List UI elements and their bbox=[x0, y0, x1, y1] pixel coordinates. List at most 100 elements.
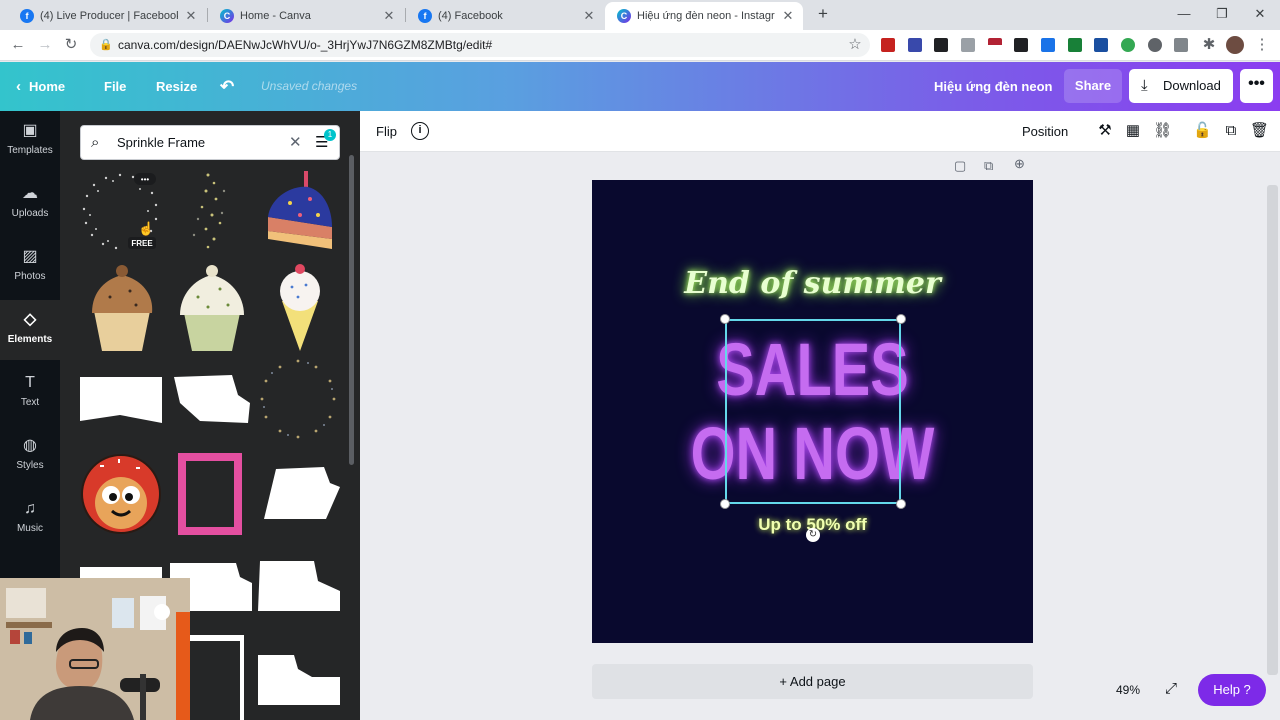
rotate-handle-icon[interactable]: ↻ bbox=[806, 528, 820, 542]
dark-frame-thumbnail[interactable] bbox=[186, 635, 244, 720]
resize-button[interactable]: Resize bbox=[156, 62, 197, 111]
context-toolbar: Flip i Position ⚒ ▦ ⛓ 🔓 ⧉ 🗑 bbox=[360, 111, 1280, 152]
lock-icon: 🔒 bbox=[99, 39, 113, 51]
white-shape-thumbnail[interactable] bbox=[258, 655, 340, 705]
extension-icon[interactable] bbox=[1041, 38, 1055, 52]
download-button[interactable]: ⤓ Download bbox=[1129, 69, 1233, 103]
rail-item-label: Styles bbox=[16, 460, 44, 471]
duplicate-page-icon[interactable]: ⧉ bbox=[984, 158, 998, 173]
paint-roller-icon[interactable]: ⚒ bbox=[1096, 122, 1114, 140]
sprinkle-frame-thumbnail[interactable]: ••• FREE bbox=[78, 169, 163, 254]
ice-cream-cone-thumbnail[interactable] bbox=[268, 261, 332, 353]
sprinkles-thumbnail[interactable] bbox=[168, 169, 253, 254]
flag-extension-icon[interactable] bbox=[988, 38, 1002, 52]
chocolate-cupcake-thumbnail[interactable] bbox=[82, 261, 162, 353]
white-shape-thumbnail[interactable] bbox=[258, 561, 340, 611]
extension-icon[interactable] bbox=[881, 38, 895, 52]
close-tab-icon[interactable]: ✕ bbox=[382, 8, 396, 24]
add-page-icon[interactable]: ⊕ bbox=[1014, 156, 1028, 171]
share-button[interactable]: Share bbox=[1064, 69, 1122, 103]
save-status: Unsaved changes bbox=[261, 79, 358, 93]
camera-extension-icon[interactable] bbox=[961, 38, 975, 52]
lock-icon[interactable]: 🔓 bbox=[1193, 122, 1212, 140]
help-button[interactable]: Help ? bbox=[1198, 674, 1266, 706]
puzzle-icon[interactable]: ✱ bbox=[1199, 35, 1219, 55]
transparency-icon[interactable]: ▦ bbox=[1124, 122, 1142, 140]
resize-handle[interactable] bbox=[720, 499, 730, 509]
extension-icon[interactable] bbox=[908, 38, 922, 52]
canvas-scrollbar[interactable] bbox=[1267, 185, 1278, 675]
resize-handle[interactable] bbox=[720, 314, 730, 324]
resize-handle[interactable] bbox=[896, 499, 906, 509]
free-badge: FREE bbox=[131, 239, 153, 248]
avatar[interactable] bbox=[1226, 36, 1244, 54]
link-icon[interactable]: ⛓ bbox=[1153, 122, 1172, 140]
search-icon: ⌕ bbox=[91, 134, 100, 151]
file-menu-button[interactable]: File bbox=[104, 62, 126, 111]
browser-tab[interactable]: f (4) Live Producer | Facebook ✕ bbox=[8, 2, 206, 30]
sprinkle-circle-thumbnail[interactable] bbox=[258, 355, 340, 445]
undo-icon[interactable]: ↶ bbox=[220, 62, 234, 111]
canva-icon: C bbox=[617, 9, 631, 23]
rail-item-templates[interactable]: ▣ Templates bbox=[0, 111, 60, 171]
position-button[interactable]: Position bbox=[1022, 111, 1068, 152]
minimize-icon[interactable]: — bbox=[1172, 4, 1196, 24]
flip-button[interactable]: Flip bbox=[376, 111, 397, 152]
facebook-icon: f bbox=[20, 9, 34, 23]
more-options-button[interactable]: ••• bbox=[1240, 69, 1273, 103]
panel-scrollbar[interactable] bbox=[349, 155, 354, 465]
white-shape-thumbnail[interactable] bbox=[264, 467, 342, 521]
close-tab-icon[interactable]: ✕ bbox=[184, 8, 198, 24]
selection-box[interactable] bbox=[725, 319, 901, 504]
browser-tab[interactable]: f (4) Facebook ✕ bbox=[406, 2, 604, 30]
rail-item-music[interactable]: ♫ Music bbox=[0, 489, 60, 549]
close-window-icon[interactable]: ✕ bbox=[1248, 4, 1272, 24]
code-extension-icon[interactable] bbox=[1174, 38, 1188, 52]
kebab-menu-icon[interactable]: ⋮ bbox=[1252, 35, 1272, 55]
rail-item-photos[interactable]: ▨ Photos bbox=[0, 237, 60, 297]
extension-icon[interactable] bbox=[1094, 38, 1108, 52]
duplicate-icon[interactable]: ⧉ bbox=[1222, 122, 1240, 140]
restore-icon[interactable]: ❐ bbox=[1210, 4, 1234, 24]
bookmark-star-icon[interactable]: ☆ bbox=[845, 35, 865, 55]
zoom-level[interactable]: 49% bbox=[1100, 676, 1156, 704]
vanilla-cupcake-thumbnail[interactable] bbox=[172, 261, 252, 353]
white-shape-thumbnail[interactable] bbox=[80, 375, 164, 425]
image-extension-icon[interactable] bbox=[1014, 38, 1028, 52]
clear-icon[interactable]: ✕ bbox=[289, 126, 302, 159]
extension-icon[interactable] bbox=[1068, 38, 1082, 52]
close-tab-icon[interactable]: ✕ bbox=[582, 8, 596, 24]
download-icon: ⤓ bbox=[1141, 77, 1148, 94]
resize-handle[interactable] bbox=[896, 314, 906, 324]
rail-item-uploads[interactable]: ☁ Uploads bbox=[0, 174, 60, 234]
neon-title-text[interactable]: End of summer bbox=[592, 266, 1033, 301]
home-button[interactable]: ‹ Home bbox=[16, 62, 65, 111]
new-tab-button[interactable]: + bbox=[814, 4, 832, 24]
page-notes-icon[interactable]: ▢ bbox=[954, 158, 968, 173]
add-page-button[interactable]: + Add page bbox=[592, 664, 1033, 699]
forward-icon[interactable]: → bbox=[35, 35, 55, 55]
extension-icon[interactable] bbox=[1121, 38, 1135, 52]
extension-icon[interactable] bbox=[1148, 38, 1162, 52]
close-tab-icon[interactable]: ✕ bbox=[781, 8, 795, 24]
cake-slice-thumbnail[interactable] bbox=[260, 169, 340, 254]
info-icon[interactable]: i bbox=[411, 122, 429, 140]
donut-face-thumbnail[interactable] bbox=[80, 451, 162, 537]
fullscreen-icon[interactable]: ⤢ bbox=[1162, 680, 1180, 698]
design-title[interactable]: Hiệu ứng đèn neon bbox=[934, 62, 1052, 111]
trash-icon[interactable]: 🗑 bbox=[1250, 122, 1269, 140]
rail-item-text[interactable]: T Text bbox=[0, 363, 60, 423]
back-icon[interactable]: ← bbox=[8, 35, 28, 55]
browser-tab-active[interactable]: C Hiệu ứng đèn neon - Instagram ✕ bbox=[605, 2, 803, 30]
url-input[interactable]: 🔒 canva.com/design/DAENwJcWhVU/o-_3HrjYw… bbox=[90, 33, 870, 57]
design-canvas[interactable]: End of summer SALES ON NOW Up to 50% off… bbox=[592, 180, 1033, 643]
pink-frame-thumbnail[interactable] bbox=[176, 451, 244, 537]
facebook-icon: f bbox=[418, 9, 432, 23]
search-input[interactable]: ⌕ Sprinkle Frame ✕ ☰ 1 bbox=[80, 125, 340, 160]
rail-item-elements[interactable]: ◇ Elements bbox=[0, 300, 60, 360]
browser-tab[interactable]: C Home - Canva ✕ bbox=[208, 2, 404, 30]
rail-item-styles[interactable]: ◍ Styles bbox=[0, 426, 60, 486]
extension-icon[interactable] bbox=[934, 38, 948, 52]
white-shape-thumbnail[interactable] bbox=[172, 373, 252, 425]
reload-icon[interactable]: ↻ bbox=[61, 35, 81, 55]
